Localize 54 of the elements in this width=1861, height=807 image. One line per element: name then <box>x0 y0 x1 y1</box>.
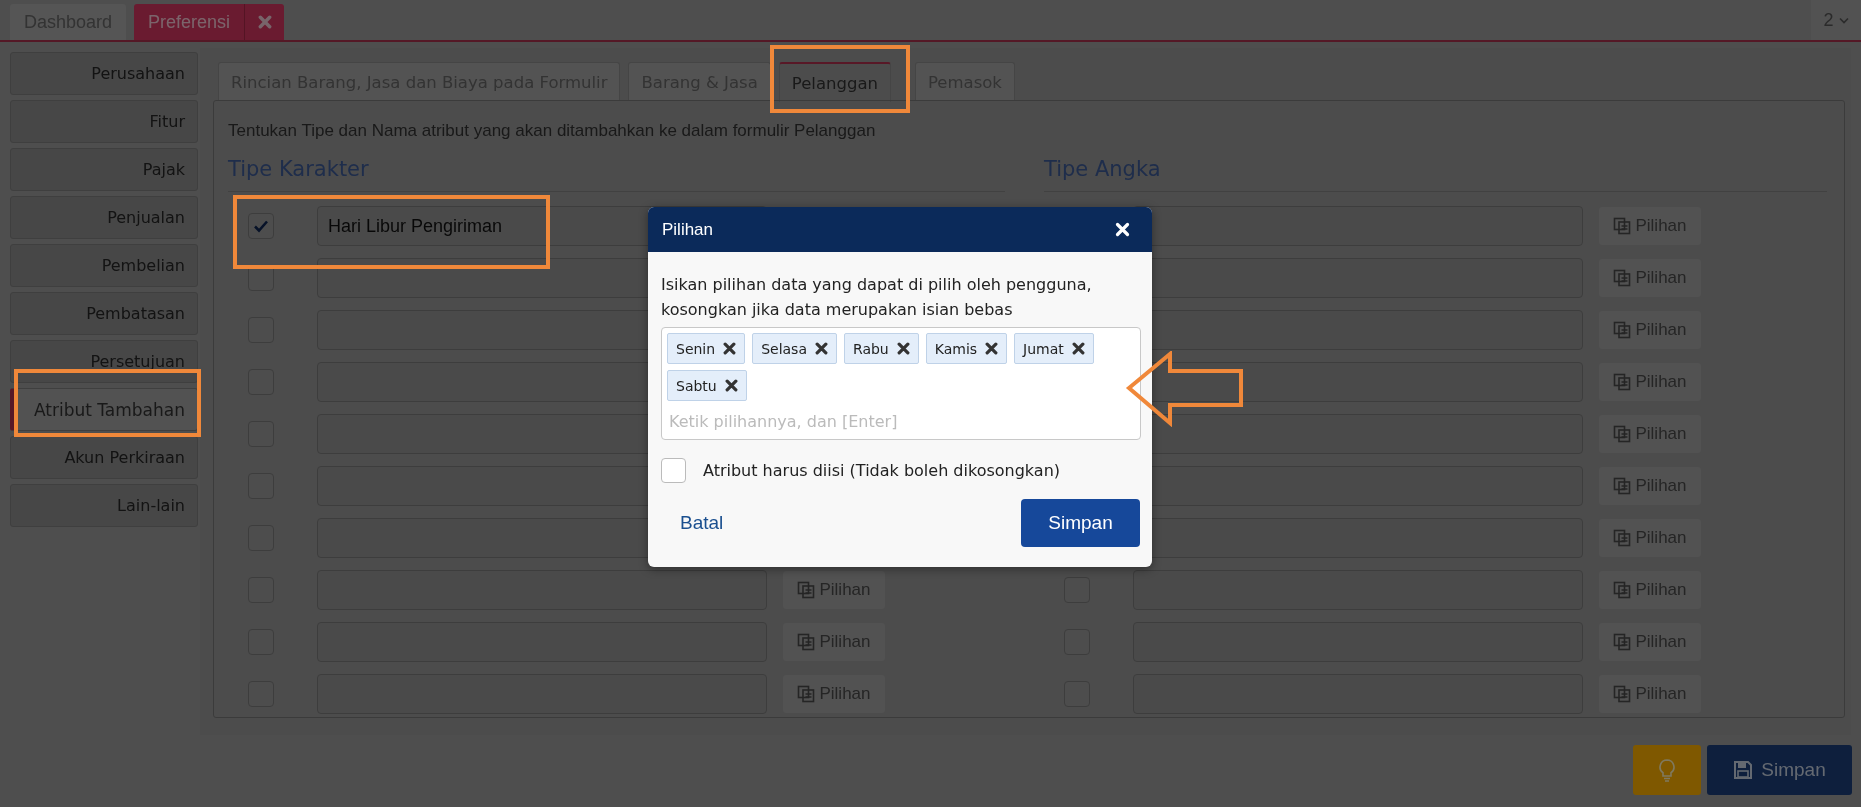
lightbulb-icon <box>1658 758 1676 782</box>
close-tab-button[interactable] <box>244 4 285 40</box>
tag-label: Senin <box>676 340 716 357</box>
tag-label: Sabtu <box>676 377 717 394</box>
copy-icon <box>797 581 816 599</box>
close-icon <box>815 342 828 355</box>
copy-icon <box>797 685 816 703</box>
checkbox-label: Atribut harus diisi (Tidak boleh dikosongkan) <box>703 461 1061 480</box>
sidebar-item[interactable]: Atribut Tambahan <box>10 388 198 431</box>
close-button[interactable] <box>1115 222 1130 237</box>
copy-icon <box>1613 581 1632 599</box>
tag-label: Selasa <box>761 340 807 357</box>
copy-icon <box>797 633 816 651</box>
close-icon <box>257 15 272 29</box>
remove-tag-button[interactable] <box>724 379 738 392</box>
checkbox[interactable] <box>248 213 274 239</box>
copy-icon <box>1613 529 1632 547</box>
copy-icon <box>1613 217 1632 235</box>
close-icon <box>724 379 738 392</box>
copy-icon <box>1613 373 1632 391</box>
copy-icon <box>1613 321 1632 339</box>
instruction-text: Isikan pilihan data yang dapat di pilih oleh pengguna, kosongkan jika data merupakan isian bebas <box>661 274 1093 321</box>
hint-button[interactable] <box>1633 745 1701 795</box>
cancel-button[interactable]: Batal <box>680 512 724 534</box>
attribute-name-field[interactable] <box>317 570 767 610</box>
copy-icon <box>1613 425 1632 443</box>
close-icon <box>985 342 999 355</box>
remove-tag-button[interactable] <box>1071 342 1085 355</box>
tag-label: Kamis <box>934 340 978 357</box>
check-icon <box>253 219 269 233</box>
close-icon <box>723 342 737 355</box>
app-tab[interactable]: Preferensi <box>134 4 245 40</box>
close-icon <box>1071 342 1085 355</box>
attribute-name-field[interactable] <box>1133 570 1583 610</box>
dialog-title: Pilihan <box>662 219 714 240</box>
tag-label: Rabu <box>853 340 889 357</box>
copy-icon <box>1613 685 1632 703</box>
chevron-down-icon <box>1838 16 1849 24</box>
remove-tag-button[interactable] <box>985 342 999 355</box>
copy-icon <box>1613 477 1632 495</box>
tag-input-field[interactable]: Senin Selasa Rabu Kamis Jumat Sabtu Ketik pilihannya, dan [Enter] <box>661 327 1141 440</box>
tag-label: Jumat <box>1023 340 1064 357</box>
save-button[interactable]: Simpan <box>1021 499 1140 547</box>
remove-tag-button[interactable] <box>723 342 737 355</box>
option-entry-input[interactable]: Ketik pilihannya, dan [Enter] <box>667 403 1071 439</box>
save-button[interactable]: Simpan <box>1707 745 1852 795</box>
close-icon <box>896 342 910 355</box>
remove-tag-button[interactable] <box>815 342 828 355</box>
copy-icon <box>1613 269 1632 287</box>
close-icon <box>1115 222 1130 237</box>
checkbox[interactable] <box>661 458 686 483</box>
remove-tag-button[interactable] <box>896 342 910 355</box>
attribute-name-field[interactable] <box>1133 206 1583 246</box>
copy-icon <box>1613 633 1632 651</box>
